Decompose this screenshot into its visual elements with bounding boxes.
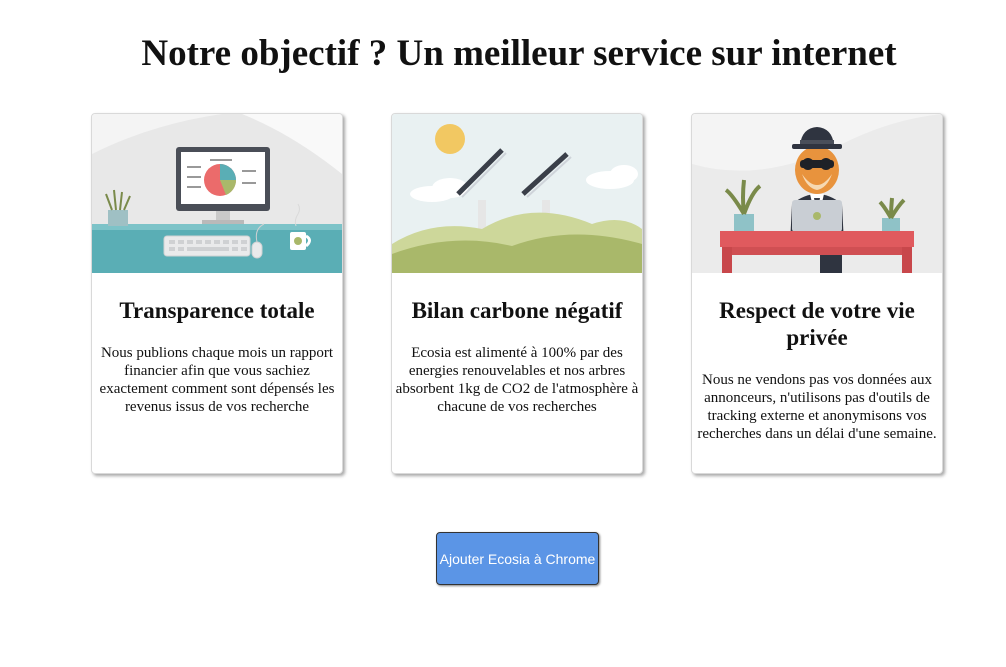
incognito-tiger-illustration <box>692 114 942 273</box>
feature-card-carbon: Bilan carbone négatif Ecosia est aliment… <box>391 113 643 474</box>
feature-card-privacy: Respect de votre vie privée Nous ne vend… <box>691 113 943 474</box>
add-to-chrome-button[interactable]: Ajouter Ecosia à Chrome <box>436 532 599 585</box>
card-description: Nous ne vendons pas vos données aux anno… <box>697 372 937 442</box>
solar-panels-illustration <box>392 114 642 273</box>
computer-dashboard-illustration <box>92 114 342 273</box>
card-title: Transparence totale <box>119 298 315 323</box>
page-title: Notre objectif ? Un meilleur service sur… <box>141 33 897 74</box>
card-description: Nous publions chaque mois un rapport fin… <box>99 345 335 415</box>
card-description: Ecosia est alimenté à 100% par des energ… <box>395 345 639 415</box>
card-title: Bilan carbone négatif <box>411 298 623 323</box>
card-title: Respect de votre vie privée <box>719 298 915 350</box>
feature-card-transparency: Transparence totale Nous publions chaque… <box>91 113 343 474</box>
